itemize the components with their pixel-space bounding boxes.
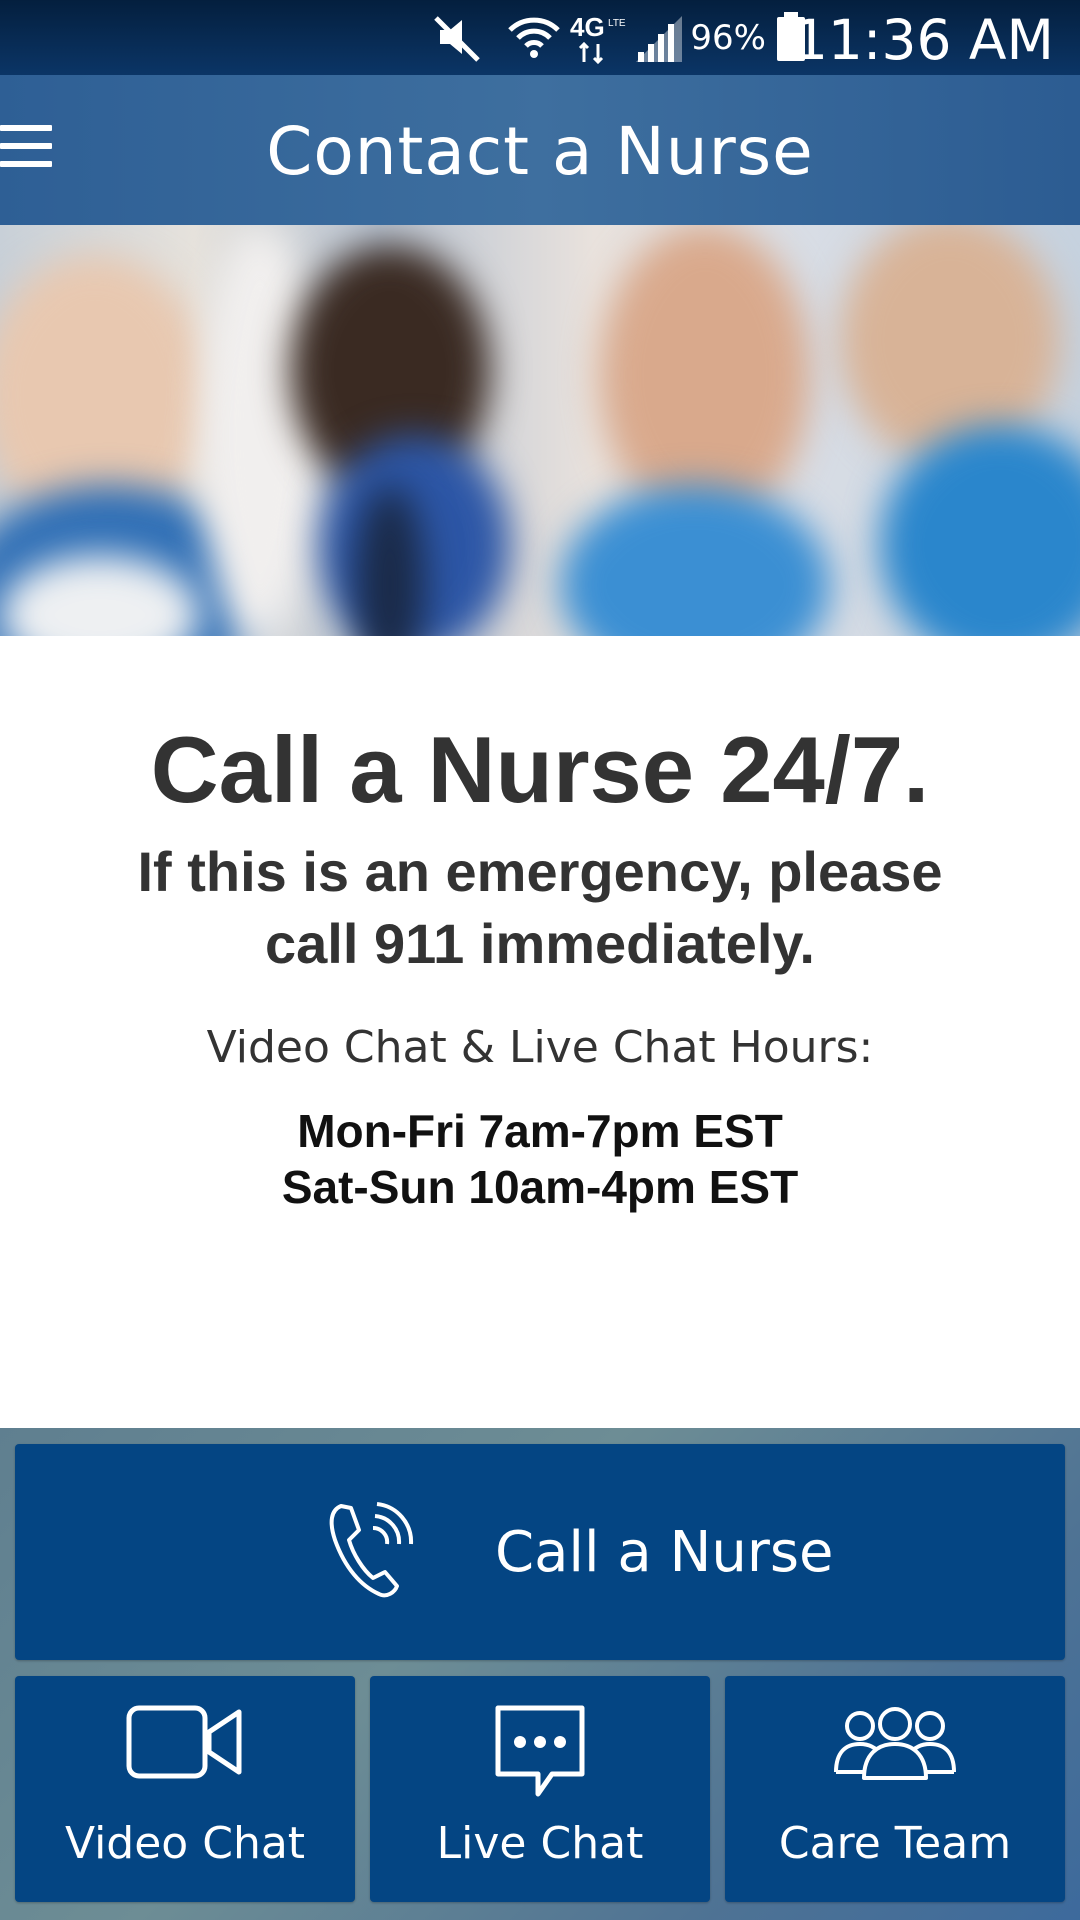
call-nurse-button[interactable]: Call a Nurse bbox=[15, 1444, 1065, 1660]
svg-text:4G: 4G bbox=[570, 12, 605, 42]
phone-icon bbox=[329, 1502, 414, 1598]
hours-weekday: Mon-Fri 7am-7pm EST bbox=[297, 1105, 783, 1157]
live-chat-button[interactable]: Live Chat bbox=[370, 1676, 710, 1902]
status-time: 11:36 AM bbox=[792, 8, 1054, 72]
people-group-icon bbox=[834, 1707, 956, 1780]
wifi-icon bbox=[508, 17, 560, 58]
main-content: Call a Nurse 24/7. If this is an emergen… bbox=[0, 636, 1080, 1428]
mute-icon bbox=[434, 16, 480, 62]
hours-label: Video Chat & Live Chat Hours: bbox=[206, 1022, 874, 1073]
action-panel: Call a Nurse Video Chat Live Chat Care T… bbox=[0, 1428, 1080, 1920]
hero-image bbox=[0, 225, 1080, 636]
live-chat-label: Live Chat bbox=[436, 1818, 644, 1869]
video-camera-icon bbox=[126, 1705, 242, 1779]
care-team-label: Care Team bbox=[778, 1818, 1012, 1869]
app-bar: Contact a Nurse bbox=[0, 75, 1080, 225]
page-title: Contact a Nurse bbox=[266, 113, 814, 190]
signal-icon bbox=[636, 16, 682, 62]
care-team-button[interactable]: Care Team bbox=[725, 1676, 1065, 1902]
hours-weekend: Sat-Sun 10am-4pm EST bbox=[281, 1161, 799, 1213]
headline: Call a Nurse 24/7. bbox=[150, 717, 930, 822]
video-chat-button[interactable]: Video Chat bbox=[15, 1676, 355, 1902]
battery-percent: 96% bbox=[690, 18, 766, 58]
chat-bubble-icon bbox=[495, 1705, 585, 1797]
status-bar: 4G LTE 96% 11:36 AM bbox=[0, 0, 1080, 75]
svg-text:LTE: LTE bbox=[608, 18, 626, 29]
video-chat-label: Video Chat bbox=[64, 1818, 306, 1869]
call-nurse-label: Call a Nurse bbox=[495, 1520, 834, 1585]
emergency-notice: If this is an emergency, please call 911… bbox=[137, 840, 943, 975]
4g-lte-icon: 4G LTE bbox=[570, 12, 626, 65]
